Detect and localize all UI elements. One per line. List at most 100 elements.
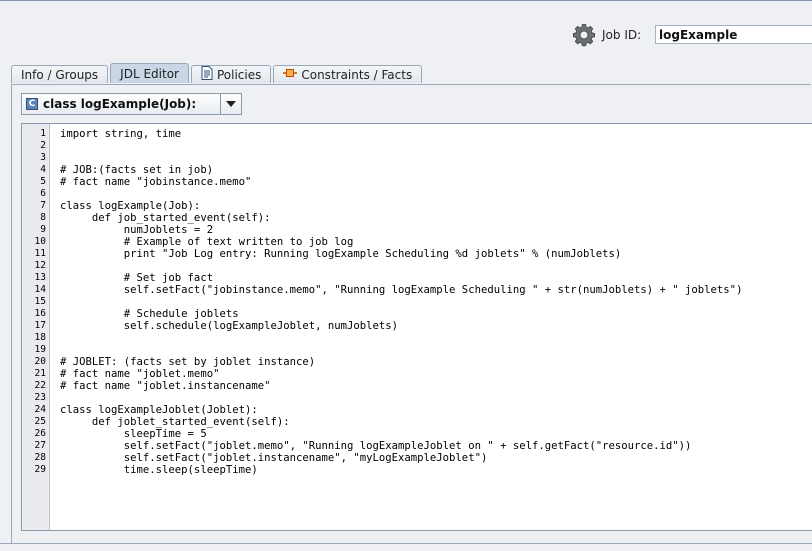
- tab-label: Info / Groups: [21, 67, 99, 82]
- line-number: 7: [40, 200, 46, 211]
- line-code: # fact name "jobinstance.memo": [60, 176, 252, 188]
- line-number: 4: [40, 164, 46, 175]
- code-line[interactable]: 8 def job_started_event(self):: [22, 212, 812, 224]
- code-line[interactable]: 25 def joblet_started_event(self):: [22, 416, 812, 428]
- line-code: def joblet_started_event(self):: [60, 416, 290, 428]
- line-code: sleepTime = 5: [60, 428, 207, 440]
- code-line[interactable]: 22 # fact name "joblet.instancename": [22, 380, 812, 392]
- code-lines: 1 import string, time 2 3 4 # JOB:(facts set …: [22, 128, 812, 476]
- code-line[interactable]: 20 # JOBLET: (facts set by joblet instanc…: [22, 356, 812, 368]
- code-line[interactable]: 21 # fact name "joblet.memo": [22, 368, 812, 380]
- line-number: 5: [40, 176, 46, 187]
- line-code: # fact name "joblet.memo": [60, 368, 220, 380]
- line-number: 23: [34, 392, 46, 403]
- code-line[interactable]: 9 numJoblets = 2: [22, 224, 812, 236]
- code-line[interactable]: 27 self.setFact("joblet.memo", "Running …: [22, 440, 812, 452]
- line-number: 28: [34, 452, 46, 463]
- job-id-area: Job ID:: [572, 22, 812, 48]
- code-line[interactable]: 6: [22, 188, 812, 200]
- line-number: 29: [34, 464, 46, 475]
- line-number: 22: [34, 380, 46, 391]
- tab-policies[interactable]: Policies: [190, 65, 272, 83]
- code-editor[interactable]: 1 import string, time 2 3 4 # JOB:(facts set …: [21, 123, 812, 531]
- code-line[interactable]: 10 # Example of text written to job log: [22, 236, 812, 248]
- code-line[interactable]: 13 # Set job fact: [22, 272, 812, 284]
- code-line[interactable]: 29 time.sleep(sleepTime): [22, 464, 812, 476]
- tab-info-groups[interactable]: Info / Groups: [11, 65, 109, 83]
- line-code: import string, time: [60, 128, 182, 140]
- line-number: 10: [34, 236, 46, 247]
- job-id-field[interactable]: [655, 25, 812, 44]
- line-number: 27: [34, 440, 46, 451]
- code-line[interactable]: 2: [22, 140, 812, 152]
- line-number: 12: [34, 260, 46, 271]
- line-code: class logExample(Job):: [60, 200, 201, 212]
- code-line[interactable]: 7 class logExample(Job):: [22, 200, 812, 212]
- code-line[interactable]: 17 self.schedule(logExampleJoblet, numJo…: [22, 320, 812, 332]
- line-code: # JOB:(facts set in job): [60, 164, 214, 176]
- line-number: 3: [40, 152, 46, 163]
- line-number: 17: [34, 320, 46, 331]
- line-code: class logExampleJoblet(Joblet):: [60, 404, 258, 416]
- panel-bottom-border: [0, 543, 812, 544]
- line-number: 9: [40, 224, 46, 235]
- code-line[interactable]: 28 self.setFact("joblet.instancename", "…: [22, 452, 812, 464]
- line-number: 14: [34, 284, 46, 295]
- line-number: 8: [40, 212, 46, 223]
- line-number: 21: [34, 368, 46, 379]
- tab-bar: Info / Groups JDL Editor Policies Constr…: [11, 63, 424, 84]
- constraint-icon: [283, 67, 298, 82]
- code-line[interactable]: 4 # JOB:(facts set in job): [22, 164, 812, 176]
- dropdown-arrow-icon[interactable]: [220, 94, 241, 114]
- code-line[interactable]: 3: [22, 152, 812, 164]
- line-number: 18: [34, 332, 46, 343]
- code-line[interactable]: 26 sleepTime = 5: [22, 428, 812, 440]
- tab-label: Constraints / Facts: [301, 67, 413, 82]
- tab-constraints-facts[interactable]: Constraints / Facts: [273, 65, 423, 83]
- tab-label: Policies: [216, 67, 262, 82]
- line-code: self.setFact("joblet.memo", "Running log…: [60, 440, 692, 452]
- line-number: 13: [34, 272, 46, 283]
- line-number: 11: [34, 248, 46, 259]
- line-number: 19: [34, 344, 46, 355]
- line-number: 16: [34, 308, 46, 319]
- code-line[interactable]: 18: [22, 332, 812, 344]
- code-line[interactable]: 11 print "Job Log entry: Running logExam…: [22, 248, 812, 260]
- line-number: 15: [34, 296, 46, 307]
- class-selector-value: class logExample(Job):: [43, 97, 197, 111]
- code-line[interactable]: 16 # Schedule joblets: [22, 308, 812, 320]
- code-line[interactable]: 5 # fact name "jobinstance.memo": [22, 176, 812, 188]
- tab-jdl-editor[interactable]: JDL Editor: [110, 63, 189, 83]
- line-number: 2: [40, 140, 46, 151]
- code-line[interactable]: 14 self.setFact("jobinstance.memo", "Run…: [22, 284, 812, 296]
- code-line[interactable]: 24 class logExampleJoblet(Joblet):: [22, 404, 812, 416]
- gear-icon[interactable]: [572, 23, 596, 47]
- line-number: 1: [40, 128, 46, 139]
- class-selector[interactable]: C class logExample(Job):: [21, 93, 242, 115]
- code-line[interactable]: 1 import string, time: [22, 128, 812, 140]
- line-code: self.schedule(logExampleJoblet, numJoble…: [60, 320, 399, 332]
- line-number: 6: [40, 188, 46, 199]
- line-code: print "Job Log entry: Running logExample…: [60, 248, 622, 260]
- line-number: 25: [34, 416, 46, 427]
- line-number: 26: [34, 428, 46, 439]
- code-line[interactable]: 15: [22, 296, 812, 308]
- line-code: self.setFact("jobinstance.memo", "Runnin…: [60, 284, 743, 296]
- line-code: # Schedule joblets: [60, 308, 239, 320]
- class-icon: C: [26, 98, 38, 110]
- line-code: # fact name "joblet.instancename": [60, 380, 271, 392]
- line-number: 24: [34, 404, 46, 415]
- document-icon: [201, 66, 213, 83]
- line-code: time.sleep(sleepTime): [60, 464, 258, 476]
- code-line[interactable]: 12: [22, 260, 812, 272]
- line-code: self.setFact("joblet.instancename", "myL…: [60, 452, 488, 464]
- job-id-label: Job ID:: [602, 28, 642, 42]
- line-code: # Example of text written to job log: [60, 236, 354, 248]
- line-code: def job_started_event(self):: [60, 212, 271, 224]
- tab-label: JDL Editor: [120, 66, 179, 81]
- line-number: 20: [34, 356, 46, 367]
- line-code: # Set job fact: [60, 272, 214, 284]
- code-line[interactable]: 23: [22, 392, 812, 404]
- code-line[interactable]: 19: [22, 344, 812, 356]
- line-code: numJoblets = 2: [60, 224, 214, 236]
